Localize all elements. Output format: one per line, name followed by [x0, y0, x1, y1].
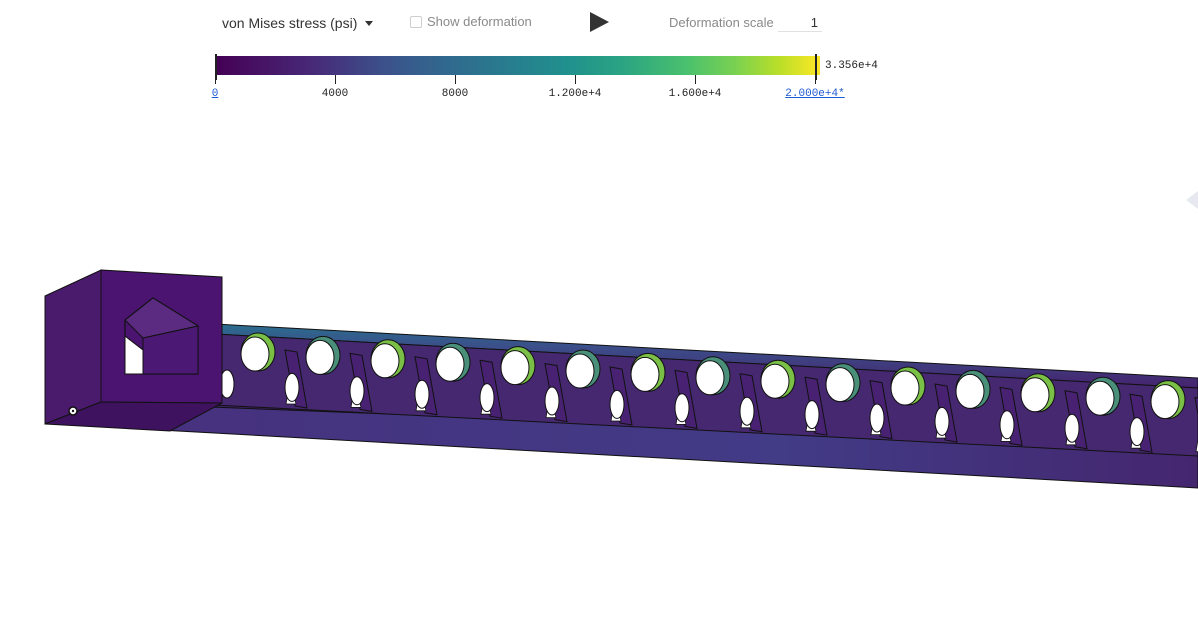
beam-hole — [370, 343, 400, 379]
legend-tick — [215, 75, 216, 84]
beam-rear-hole — [609, 389, 625, 419]
legend-tick — [695, 75, 696, 84]
colormap-bar — [216, 56, 820, 75]
beam-hole — [305, 339, 335, 375]
legend-min-link[interactable]: 0 — [212, 88, 219, 100]
legend-tick — [335, 75, 336, 84]
legend-overall-max: 3.356e+4 — [825, 60, 878, 72]
beam-hole — [1150, 384, 1180, 420]
beam-hole — [500, 350, 530, 386]
legend-tick — [575, 75, 576, 84]
legend-tick-label: 8000 — [441, 88, 469, 100]
show-deformation-label: Show deformation — [427, 14, 532, 29]
show-deformation-toggle[interactable]: Show deformation — [410, 14, 532, 29]
beam-rear-hole — [414, 379, 430, 409]
stress-color-legend: 0 4000 8000 1.200e+4 1.600e+4 2.000e+4* … — [0, 50, 1198, 110]
chevron-down-icon — [365, 21, 374, 26]
beam-rear-hole — [869, 403, 885, 433]
beam-hole — [630, 356, 660, 392]
beam-hole — [565, 353, 595, 389]
beam-hole — [1020, 377, 1050, 413]
beam-hole — [695, 360, 725, 396]
beam-rear-hole — [544, 386, 560, 416]
beam-rear-hole — [349, 376, 365, 406]
legend-tick-label: 1.200e+4 — [548, 88, 602, 100]
fixture-block-side — [44, 269, 102, 425]
stress-plot-model[interactable] — [0, 110, 1198, 615]
beam-rear-hole — [479, 383, 495, 413]
beam-rear-hole — [999, 410, 1015, 440]
beam-hole — [890, 370, 920, 406]
result-type-dropdown[interactable]: von Mises stress (psi) — [222, 12, 374, 34]
deformation-scale-input[interactable] — [778, 13, 822, 32]
legend-tick-label: 1.600e+4 — [668, 88, 722, 100]
show-deformation-checkbox[interactable] — [410, 15, 422, 28]
beam-hole — [1085, 380, 1115, 416]
legend-tick — [455, 75, 456, 84]
beam-hole — [435, 346, 465, 382]
beam-rear-hole — [804, 400, 820, 430]
model-viewport[interactable] — [0, 110, 1198, 615]
beam-rear-hole — [1129, 417, 1145, 447]
result-type-label: von Mises stress (psi) — [222, 15, 358, 31]
legend-tick-label: 4000 — [321, 88, 349, 100]
beam-rear-hole — [934, 406, 950, 436]
beam-hole — [825, 367, 855, 403]
legend-max-link[interactable]: 2.000e+4* — [785, 88, 844, 100]
beam-hole — [240, 336, 270, 372]
collapse-panel-icon[interactable] — [1185, 190, 1198, 210]
beam-rear-hole — [674, 393, 690, 423]
beam-hole — [955, 373, 985, 409]
legend-tick — [815, 75, 816, 84]
beam-rear-hole — [739, 396, 755, 426]
beam-rear-hole — [1064, 413, 1080, 443]
results-toolbar: von Mises stress (psi) Show deformation … — [0, 0, 1198, 46]
deformation-scale-label: Deformation scale — [669, 15, 774, 30]
beam-hole — [760, 363, 790, 399]
play-icon[interactable] — [588, 11, 610, 33]
beam-rear-hole — [284, 372, 300, 402]
